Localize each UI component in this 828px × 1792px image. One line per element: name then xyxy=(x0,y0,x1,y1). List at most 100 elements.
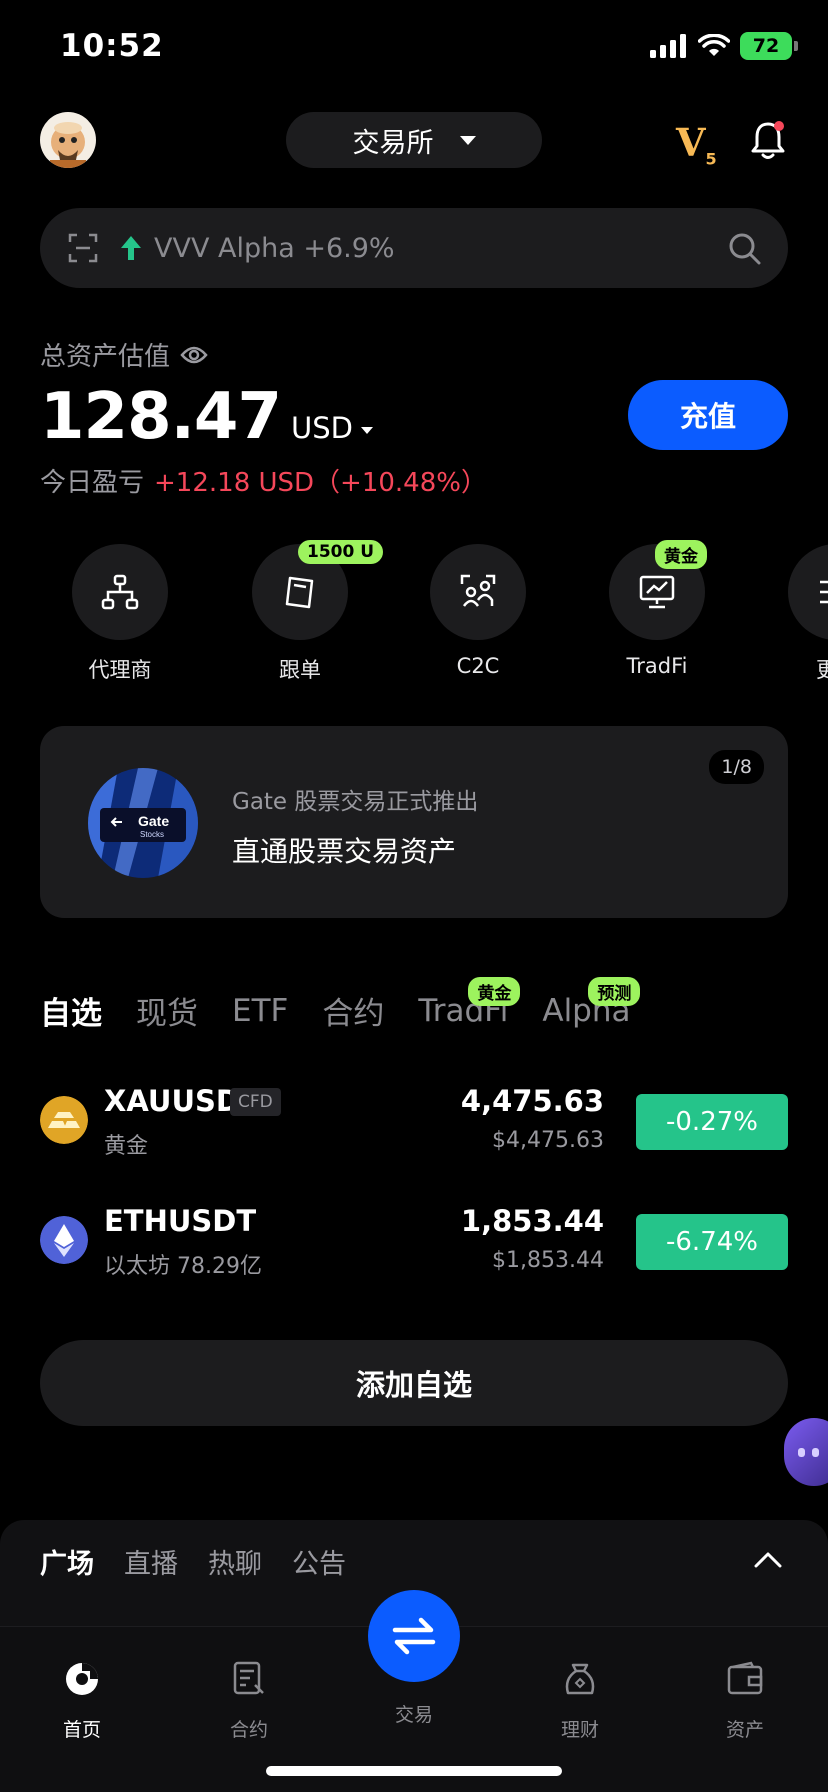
pnl-value: +12.18 USD（+10.48%） xyxy=(154,468,487,498)
total-assets-value: 128.47 USD xyxy=(40,380,373,454)
chat-assistant-bubble[interactable] xyxy=(784,1418,828,1486)
vip-letter: V xyxy=(676,120,706,165)
row-fiat-price: $4,475.63 xyxy=(492,1128,604,1153)
scan-icon[interactable] xyxy=(68,233,98,263)
nav-label: 首页 xyxy=(62,1719,101,1741)
caret-down-icon xyxy=(459,135,476,145)
banner-subtitle: Gate 股票交易正式推出 xyxy=(232,789,479,815)
tab-square[interactable]: 广场 xyxy=(40,1542,94,1581)
banner-logo-sub: Stocks xyxy=(140,830,164,839)
banner-title: 直通股票交易资产 xyxy=(232,835,457,868)
nav-assets[interactable]: 资产 xyxy=(690,1647,800,1742)
shortcut-badge: 1500 U xyxy=(298,540,384,564)
shortcut-agent[interactable]: 代理商 xyxy=(72,544,168,684)
community-tabs: 广场 直播 热聊 公告 xyxy=(40,1542,346,1581)
trade-button[interactable] xyxy=(368,1590,460,1682)
status-icons: 72 xyxy=(650,32,798,60)
nav-futures[interactable]: 合约 xyxy=(194,1647,304,1742)
tab-spot[interactable]: 现货 xyxy=(136,988,198,1033)
shortcut-label: 更 xyxy=(816,658,828,682)
deposit-button[interactable]: 充值 xyxy=(628,380,788,450)
caret-down-icon[interactable] xyxy=(360,427,373,434)
market-tabs: 自选 现货 ETF 合约 TradFi 黄金 Alpha 预测 xyxy=(40,976,665,1033)
tab-watchlist[interactable]: 自选 xyxy=(40,988,102,1033)
shortcut-label: 代理商 xyxy=(88,658,152,682)
avatar[interactable] xyxy=(40,112,96,168)
shortcut-copy-trade[interactable]: 1500 U 跟单 xyxy=(252,540,384,684)
tab-announcements[interactable]: 公告 xyxy=(292,1542,346,1581)
eye-icon[interactable] xyxy=(180,345,208,365)
search-bar[interactable]: VVV Alpha +6.9% xyxy=(40,208,788,288)
row-change-badge[interactable]: -0.27% xyxy=(636,1094,788,1150)
battery-level: 72 xyxy=(752,35,780,57)
row-price: 1,853.44 xyxy=(460,1204,604,1238)
tab-badge: 黄金 xyxy=(468,976,521,1006)
exchange-label: 交易所 xyxy=(352,127,434,159)
row-symbol: XAUUSD xyxy=(104,1084,240,1118)
watchlist-row[interactable]: ETHUSDT 以太坊 78.29亿 1,853.44 $1,853.44 -6… xyxy=(40,1204,788,1284)
copy-trade-icon xyxy=(285,576,314,609)
shortcut-c2c[interactable]: C2C xyxy=(430,544,526,678)
banner-page-indicator: 1/8 xyxy=(709,750,764,784)
tab-futures[interactable]: 合约 xyxy=(322,988,384,1033)
nav-home[interactable]: 首页 xyxy=(27,1647,137,1742)
home-indicator xyxy=(266,1766,562,1776)
shortcut-label: TradFi xyxy=(626,654,688,678)
cfd-tag: CFD xyxy=(230,1088,281,1116)
tab-tradfi[interactable]: TradFi 黄金 xyxy=(418,976,521,1029)
more-icon xyxy=(820,580,828,604)
trend-up-icon xyxy=(121,236,141,260)
banner-logo-text: Gate xyxy=(138,813,169,829)
nav-label: 理财 xyxy=(560,1719,599,1741)
pnl-label: 今日盈亏 xyxy=(40,468,145,498)
exchange-switcher[interactable]: 交易所 xyxy=(286,112,542,168)
row-name: 以太坊 78.29亿 xyxy=(104,1254,262,1279)
row-name: 黄金 xyxy=(104,1134,149,1159)
shortcut-more[interactable]: 更 xyxy=(788,544,828,684)
wallet-icon xyxy=(727,1661,763,1695)
row-symbol: ETHUSDT xyxy=(104,1204,257,1238)
nav-label: 资产 xyxy=(725,1719,764,1741)
add-watchlist-button[interactable]: 添加自选 xyxy=(40,1340,788,1426)
currency-selector[interactable]: USD xyxy=(291,411,353,445)
vip-level: 5 xyxy=(705,149,717,169)
search-icon[interactable] xyxy=(728,232,762,266)
bell-icon[interactable] xyxy=(748,118,788,162)
today-pnl: 今日盈亏 +12.18 USD（+10.48%） xyxy=(40,462,487,499)
contract-doc-icon xyxy=(233,1661,264,1695)
tab-alpha[interactable]: Alpha 预测 xyxy=(542,976,641,1029)
total-assets-label: 总资产估值 xyxy=(40,336,208,373)
status-time: 10:52 xyxy=(60,28,164,64)
nav-earn[interactable]: 理财 xyxy=(525,1647,635,1742)
promo-banner[interactable]: Gate Stocks Gate 股票交易正式推出 直通股票交易资产 1/8 xyxy=(40,726,788,918)
tab-hot-chat[interactable]: 热聊 xyxy=(208,1542,262,1581)
monk-avatar-icon xyxy=(50,122,86,168)
row-price: 4,475.63 xyxy=(460,1084,604,1118)
tab-badge: 预测 xyxy=(588,976,641,1006)
c2c-users-icon xyxy=(460,574,496,607)
banner-image: Gate Stocks xyxy=(88,768,198,878)
total-assets-text: 总资产估值 xyxy=(40,342,171,372)
search-trend-text: VVV Alpha +6.9% xyxy=(154,232,395,264)
wifi-icon xyxy=(698,34,730,56)
nav-trade-label: 交易 xyxy=(394,1704,433,1726)
shortcut-badge: 黄金 xyxy=(655,540,707,569)
watchlist-row[interactable]: XAUUSD CFD 黄金 4,475.63 $4,475.63 -0.27% xyxy=(40,1084,788,1164)
battery-icon: 72 xyxy=(740,32,798,60)
chevron-up-icon[interactable] xyxy=(754,1550,782,1568)
shortcut-label: 跟单 xyxy=(279,658,321,682)
home-icon xyxy=(66,1663,98,1695)
chart-board-icon xyxy=(639,575,675,609)
row-change-badge[interactable]: -6.74% xyxy=(636,1214,788,1270)
vip-badge[interactable]: V5 xyxy=(676,120,717,169)
money-bag-icon xyxy=(565,1663,595,1695)
tab-live[interactable]: 直播 xyxy=(124,1542,178,1581)
tab-etf[interactable]: ETF xyxy=(232,993,288,1029)
gold-bars-icon xyxy=(40,1096,88,1144)
swap-arrows-icon xyxy=(392,1617,436,1655)
shortcut-tradfi[interactable]: 黄金 TradFi xyxy=(609,540,707,678)
row-fiat-price: $1,853.44 xyxy=(492,1248,604,1273)
ethereum-icon xyxy=(40,1216,88,1264)
org-chart-icon xyxy=(101,574,139,610)
assets-amount: 128.47 xyxy=(40,380,282,454)
